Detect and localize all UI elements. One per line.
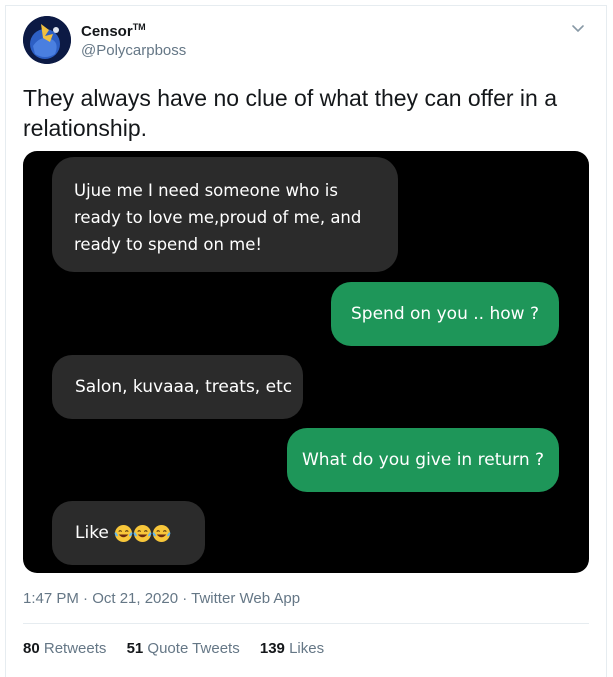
tweet-stats: 80 Retweets 51 Quote Tweets 139 Likes xyxy=(23,640,340,657)
quote-tweets-count: 51 xyxy=(126,640,144,657)
tweet-text: They always have no clue of what they ca… xyxy=(23,85,557,141)
author-name-text: Censor xyxy=(81,23,133,40)
author-name[interactable]: CensorTM xyxy=(81,22,146,40)
laughing-emoji-icon xyxy=(133,524,152,542)
retweets-count: 80 xyxy=(23,640,40,657)
laughing-emoji-icon xyxy=(114,524,133,542)
tweet-image[interactable]: Ujue me I need someone who is ready to l… xyxy=(23,151,589,573)
author-handle[interactable]: @Polycarpboss xyxy=(81,42,186,59)
avatar-image xyxy=(23,16,71,64)
avatar[interactable] xyxy=(23,16,71,64)
chevron-down-icon[interactable] xyxy=(570,22,586,36)
quote-tweets-stat[interactable]: 51 Quote Tweets xyxy=(127,640,240,657)
trademark: TM xyxy=(132,22,146,32)
chat-bubble-outgoing: What do you give in return ? xyxy=(287,428,559,492)
retweets-label: Retweets xyxy=(43,640,107,657)
chat-bubble-incoming: Salon, kuvaaa, treats, etc xyxy=(52,355,303,419)
likes-count: 139 xyxy=(259,640,285,657)
retweets-stat[interactable]: 80 Retweets xyxy=(23,640,106,657)
chat-bubble-text: Like xyxy=(75,523,109,543)
chat-bubble-incoming: Ujue me I need someone who is ready to l… xyxy=(52,157,398,272)
likes-label: Likes xyxy=(289,640,325,657)
likes-stat[interactable]: 139 Likes xyxy=(260,640,324,657)
divider xyxy=(23,623,589,624)
quote-tweets-label: Quote Tweets xyxy=(147,640,240,657)
laughing-emoji-icon xyxy=(152,524,171,542)
chat-bubble-incoming: Like xyxy=(52,501,205,565)
tweet-timestamp[interactable]: 1:47 PM · Oct 21, 2020 · Twitter Web App xyxy=(23,590,300,607)
chat-bubble-outgoing: Spend on you .. how ? xyxy=(331,282,559,346)
